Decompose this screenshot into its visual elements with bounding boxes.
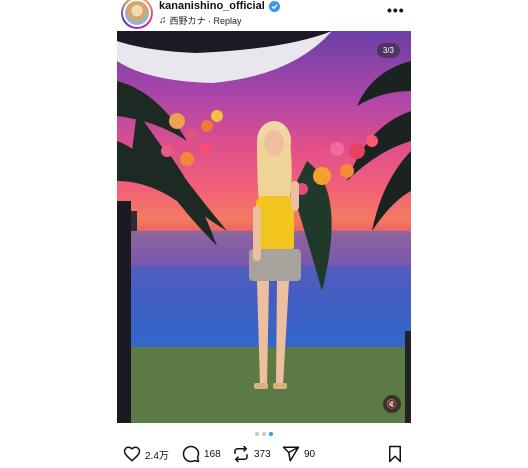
reposts-count: 373 — [254, 448, 271, 460]
share-button[interactable]: 90 — [282, 445, 315, 463]
carousel-dots — [0, 432, 528, 436]
post-media[interactable]: 3/3 🔇 — [117, 31, 411, 423]
repost-button[interactable]: 373 — [232, 445, 271, 463]
username[interactable]: kananishino_official — [159, 0, 265, 12]
bookmark-icon — [389, 445, 401, 463]
avatar[interactable] — [121, 0, 153, 29]
media-photo — [117, 31, 411, 423]
comment-icon — [182, 445, 200, 463]
audio-label: 西野カナ · Replay — [169, 16, 242, 26]
audio-row[interactable]: ♫ 西野カナ · Replay — [159, 14, 242, 27]
post-header: kananishino_official ♫ 西野カナ · Replay ••• — [121, 0, 411, 30]
share-icon — [282, 446, 300, 462]
username-row: kananishino_official — [159, 0, 280, 12]
carousel-dot[interactable] — [262, 432, 266, 436]
likes-count: 2.4万 — [145, 450, 169, 462]
like-button[interactable]: 2.4万 — [123, 445, 169, 463]
verified-badge-icon — [268, 0, 280, 12]
comments-count: 168 — [204, 448, 221, 460]
more-horizontal-icon[interactable]: ••• — [387, 3, 405, 17]
carousel-dot-active[interactable] — [269, 432, 273, 436]
heart-icon — [123, 446, 141, 462]
comment-button[interactable]: 168 — [182, 445, 221, 463]
media-counter: 3/3 — [376, 43, 400, 58]
carousel-dot[interactable] — [255, 432, 259, 436]
shares-count: 90 — [304, 448, 316, 460]
music-note-icon: ♫ — [159, 14, 167, 26]
repost-icon — [234, 445, 248, 463]
save-button[interactable] — [387, 445, 403, 468]
post-actions: 2.4万 168 373 90 — [121, 445, 411, 465]
mute-icon[interactable]: 🔇 — [383, 395, 401, 413]
